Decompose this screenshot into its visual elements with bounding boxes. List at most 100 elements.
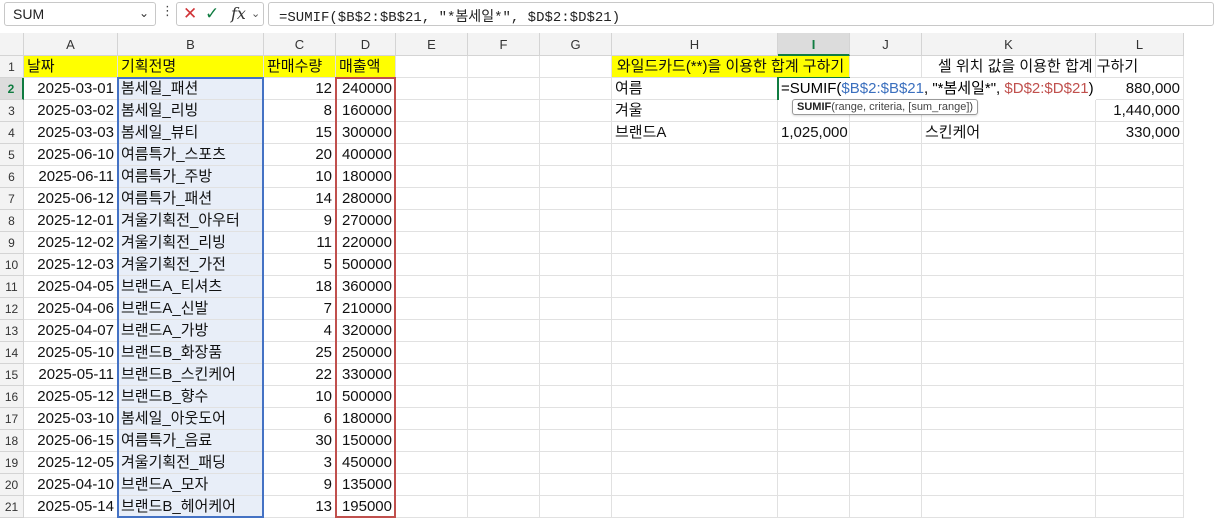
column-header-g[interactable]: G <box>540 33 612 56</box>
cell-f9[interactable] <box>468 232 540 254</box>
table-cell-event[interactable]: 브랜드B_헤어케어 <box>118 496 264 518</box>
cell-g16[interactable] <box>540 386 612 408</box>
table-cell-event[interactable]: 겨울기획전_아우터 <box>118 210 264 232</box>
table-cell-sales[interactable]: 150000 <box>336 430 396 452</box>
table-header-qty[interactable]: 판매수량 <box>264 56 336 78</box>
cell-g7[interactable] <box>540 188 612 210</box>
cell-l6[interactable] <box>1096 166 1184 188</box>
cancel-icon[interactable]: ✕ <box>183 4 197 24</box>
cell-g21[interactable] <box>540 496 612 518</box>
cell-g10[interactable] <box>540 254 612 276</box>
cell-j4[interactable] <box>850 122 922 144</box>
row-header-20[interactable]: 20 <box>0 474 24 496</box>
cell-j13[interactable] <box>850 320 922 342</box>
table-cell-date[interactable]: 2025-12-02 <box>24 232 118 254</box>
cell-f21[interactable] <box>468 496 540 518</box>
row-header-21[interactable]: 21 <box>0 496 24 518</box>
cell-l18[interactable] <box>1096 430 1184 452</box>
cell-e7[interactable] <box>396 188 468 210</box>
cell-f6[interactable] <box>468 166 540 188</box>
more-options-icon[interactable]: ⋮ <box>161 4 174 19</box>
table-cell-sales[interactable]: 135000 <box>336 474 396 496</box>
table-cell-sales[interactable]: 300000 <box>336 122 396 144</box>
cell-f12[interactable] <box>468 298 540 320</box>
table-cell-event[interactable]: 여름특가_패션 <box>118 188 264 210</box>
table-cell-qty[interactable]: 18 <box>264 276 336 298</box>
cell-k6[interactable] <box>922 166 1096 188</box>
cell-f10[interactable] <box>468 254 540 276</box>
table-cell-sales[interactable]: 240000 <box>336 78 396 100</box>
cell-f1[interactable] <box>468 56 540 78</box>
row-header-15[interactable]: 15 <box>0 364 24 386</box>
row-header-11[interactable]: 11 <box>0 276 24 298</box>
cell-h5[interactable] <box>612 144 778 166</box>
cell-k17[interactable] <box>922 408 1096 430</box>
cellref-value[interactable]: 880,000 <box>1096 78 1184 100</box>
column-header-e[interactable]: E <box>396 33 468 56</box>
cell-e16[interactable] <box>396 386 468 408</box>
cell-i6[interactable] <box>778 166 850 188</box>
table-cell-qty[interactable]: 5 <box>264 254 336 276</box>
table-cell-sales[interactable]: 160000 <box>336 100 396 122</box>
row-header-10[interactable]: 10 <box>0 254 24 276</box>
cellref-label[interactable]: 스킨케어 <box>922 122 1096 144</box>
table-cell-date[interactable]: 2025-03-01 <box>24 78 118 100</box>
cell-h18[interactable] <box>612 430 778 452</box>
cell-l20[interactable] <box>1096 474 1184 496</box>
cell-j7[interactable] <box>850 188 922 210</box>
cell-h17[interactable] <box>612 408 778 430</box>
table-cell-qty[interactable]: 11 <box>264 232 336 254</box>
cell-l8[interactable] <box>1096 210 1184 232</box>
cell-f2[interactable] <box>468 78 540 100</box>
table-cell-event[interactable]: 여름특가_주방 <box>118 166 264 188</box>
table-cell-event[interactable]: 겨울기획전_가전 <box>118 254 264 276</box>
cell-j15[interactable] <box>850 364 922 386</box>
cell-h9[interactable] <box>612 232 778 254</box>
table-cell-sales[interactable]: 280000 <box>336 188 396 210</box>
table-cell-event[interactable]: 겨울기획전_리빙 <box>118 232 264 254</box>
table-cell-event[interactable]: 브랜드A_가방 <box>118 320 264 342</box>
table-cell-sales[interactable]: 180000 <box>336 408 396 430</box>
cell-l5[interactable] <box>1096 144 1184 166</box>
cell-i19[interactable] <box>778 452 850 474</box>
row-header-4[interactable]: 4 <box>0 122 24 144</box>
cell-l13[interactable] <box>1096 320 1184 342</box>
cell-i7[interactable] <box>778 188 850 210</box>
table-cell-sales[interactable]: 210000 <box>336 298 396 320</box>
cell-g20[interactable] <box>540 474 612 496</box>
cell-f18[interactable] <box>468 430 540 452</box>
cell-g13[interactable] <box>540 320 612 342</box>
cell-g9[interactable] <box>540 232 612 254</box>
cell-l11[interactable] <box>1096 276 1184 298</box>
cell-l16[interactable] <box>1096 386 1184 408</box>
table-cell-sales[interactable]: 180000 <box>336 166 396 188</box>
cell-j14[interactable] <box>850 342 922 364</box>
cell-h10[interactable] <box>612 254 778 276</box>
table-cell-event[interactable]: 봄세일_아웃도어 <box>118 408 264 430</box>
cell-k20[interactable] <box>922 474 1096 496</box>
cellref-value[interactable]: 330,000 <box>1096 122 1184 144</box>
cell-i15[interactable] <box>778 364 850 386</box>
cell-l21[interactable] <box>1096 496 1184 518</box>
cell-e13[interactable] <box>396 320 468 342</box>
cell-j9[interactable] <box>850 232 922 254</box>
cell-k9[interactable] <box>922 232 1096 254</box>
cell-l12[interactable] <box>1096 298 1184 320</box>
cell-i13[interactable] <box>778 320 850 342</box>
cell-formula-editor[interactable]: =SUMIF($B$2:$B$21, "*봄세일*", $D$2:$D$21) <box>779 78 1096 100</box>
cell-h8[interactable] <box>612 210 778 232</box>
table-cell-date[interactable]: 2025-03-03 <box>24 122 118 144</box>
cell-e5[interactable] <box>396 144 468 166</box>
table-cell-qty[interactable]: 30 <box>264 430 336 452</box>
cell-j19[interactable] <box>850 452 922 474</box>
cell-e3[interactable] <box>396 100 468 122</box>
cell-j17[interactable] <box>850 408 922 430</box>
table-cell-sales[interactable]: 270000 <box>336 210 396 232</box>
table-cell-sales[interactable]: 450000 <box>336 452 396 474</box>
cell-k13[interactable] <box>922 320 1096 342</box>
table-cell-sales[interactable]: 320000 <box>336 320 396 342</box>
wildcard-result[interactable]: 1,025,000 <box>778 122 850 144</box>
table-cell-qty[interactable]: 13 <box>264 496 336 518</box>
table-cell-event[interactable]: 브랜드A_신발 <box>118 298 264 320</box>
cell-j11[interactable] <box>850 276 922 298</box>
